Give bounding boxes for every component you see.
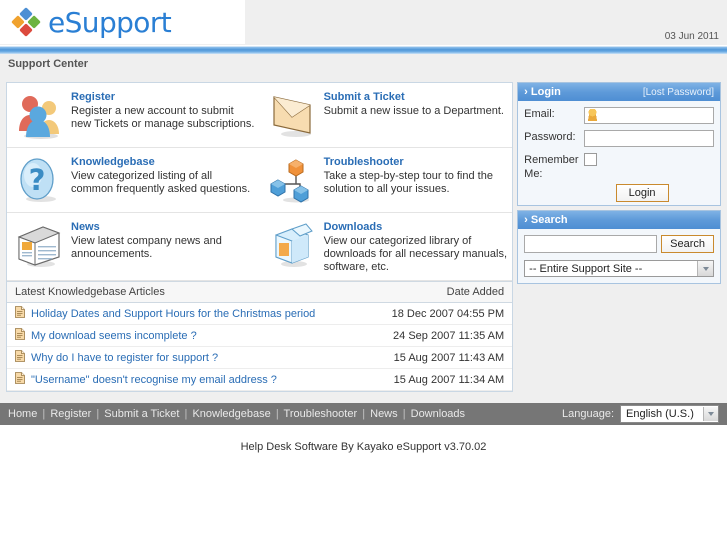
login-panel-body: Email: Password: Remember Me: Login [518,101,720,205]
search-panel-header: › Search [518,211,720,229]
breadcrumb: Support Center [0,54,727,78]
kb-article-date: 15 Aug 2007 11:34 AM [393,373,505,386]
footer-bar: Home | Register | Submit a Ticket | Know… [0,403,727,425]
chevron-right-icon: › [524,214,531,226]
page-header: eSupport 03 Jun 2011 [0,0,727,46]
search-button[interactable]: Search [661,235,714,253]
kb-article-date: 24 Sep 2007 11:35 AM [393,329,505,342]
feature-description: View latest company news and announcemen… [71,235,222,260]
feature-description: View our categorized library of download… [323,235,508,273]
question-mark-icon: ? [13,154,65,206]
search-scope-value: -- Entire Support Site -- [529,262,643,275]
login-panel: › Login [Lost Password] Email: Password:… [517,82,721,206]
footer-separator: | [42,408,46,420]
document-page-icon [15,306,25,321]
envelope-icon [266,89,318,141]
newspaper-icon [13,219,65,271]
table-row[interactable]: My download seems incomplete ? 24 Sep 20… [7,325,513,347]
feature-title[interactable]: Troubleshooter [324,156,509,168]
kb-article-date: 18 Dec 2007 04:55 PM [391,307,505,320]
feature-description: View categorized listing of all common f… [71,170,251,195]
page-body: Register Register a new account to submi… [0,78,727,403]
sidebar: › Login [Lost Password] Email: Password:… [517,82,721,288]
search-input[interactable] [524,235,658,253]
kb-article-date: 15 Aug 2007 11:43 AM [393,351,505,364]
login-panel-title: Login [530,86,561,98]
table-row[interactable]: Holiday Dates and Support Hours for the … [7,303,513,325]
copyright-text: Help Desk Software By Kayako eSupport v3… [240,441,487,453]
diamond-pinwheel-logo-icon [11,7,41,37]
feature-troubleshooter[interactable]: Troubleshooter Take a step-by-step tour … [259,148,513,213]
brand-name: eSupport [48,5,172,39]
language-selector-wrap: Language: English (U.S.) [562,405,719,423]
login-button[interactable]: Login [615,184,669,202]
logo-area[interactable]: eSupport [0,0,245,44]
feature-title[interactable]: Submit a Ticket [324,91,504,103]
open-box-icon [266,219,318,271]
language-select[interactable]: English (U.S.) [620,405,719,423]
search-panel-body: Search -- Entire Support Site -- [518,229,720,283]
footer-link-register[interactable]: Register [50,408,91,420]
login-panel-header: › Login [Lost Password] [518,83,720,101]
kb-column-date: Date Added [446,286,505,298]
search-scope-select[interactable]: -- Entire Support Site -- [524,260,714,277]
feature-grid: Register Register a new account to submi… [7,83,513,281]
password-label: Password: [524,131,576,143]
footer-link-submit-a-ticket[interactable]: Submit a Ticket [104,408,179,420]
email-field[interactable] [584,107,714,124]
feature-description: Take a step-by-step tour to find the sol… [323,170,493,195]
remember-me-label: Remember Me: [524,154,579,180]
footer-navigation: Home | Register | Submit a Ticket | Know… [8,408,465,420]
email-label: Email: [524,108,555,120]
users-group-icon [13,89,65,141]
svg-text:?: ? [29,163,46,197]
footer-link-home[interactable]: Home [8,408,37,420]
chevron-right-icon: › [524,86,531,98]
document-page-icon [15,350,25,365]
remember-me-checkbox[interactable] [584,153,598,166]
feature-title[interactable]: Register [71,91,256,103]
main-content-panel: Register Register a new account to submi… [6,82,514,392]
header-accent-bar [0,46,727,54]
footer-link-downloads[interactable]: Downloads [411,408,465,420]
footer-separator: | [96,408,100,420]
kb-column-title: Latest Knowledgebase Articles [15,286,165,298]
document-page-icon [15,372,25,387]
footer-separator: | [402,408,406,420]
feature-register[interactable]: Register Register a new account to submi… [7,83,260,148]
chevron-down-icon [703,407,718,421]
kb-article-title[interactable]: Holiday Dates and Support Hours for the … [31,308,315,320]
kb-article-title[interactable]: "Username" doesn't recognise my email ad… [31,374,277,386]
network-nodes-icon [266,154,318,206]
feature-knowledgebase[interactable]: ? Knowledgebase View categorized listing… [7,148,260,213]
feature-title[interactable]: Downloads [324,221,509,233]
feature-description: Register a new account to submit new Tic… [71,105,255,130]
table-row[interactable]: Why do I have to register for support ? … [7,347,513,369]
lost-password-link[interactable]: [Lost Password] [643,87,714,98]
footer-link-news[interactable]: News [370,408,398,420]
chevron-down-icon [697,261,713,276]
footer-link-troubleshooter[interactable]: Troubleshooter [284,408,358,420]
feature-title[interactable]: Knowledgebase [71,156,256,168]
kb-article-title[interactable]: Why do I have to register for support ? [31,352,218,364]
footer-separator: | [275,408,279,420]
footer-separator: | [184,408,188,420]
search-panel: › Search Search -- Entire Support Site -… [517,210,721,284]
language-label: Language: [562,408,614,420]
document-page-icon [15,328,25,343]
feature-news[interactable]: News View latest company news and announ… [7,213,260,281]
language-value: English (U.S.) [626,408,694,420]
feature-description: Submit a new issue to a Department. [323,105,504,117]
password-field[interactable] [584,130,714,147]
table-row[interactable]: "Username" doesn't recognise my email ad… [7,369,513,391]
footer-separator: | [362,408,366,420]
feature-title[interactable]: News [71,221,256,233]
feature-downloads[interactable]: Downloads View our categorized library o… [259,213,513,281]
feature-submit-a-ticket[interactable]: Submit a Ticket Submit a new issue to a … [259,83,513,148]
search-panel-title: Search [530,214,568,226]
kb-table-header: Latest Knowledgebase Articles Date Added [7,281,513,303]
footer-link-knowledgebase[interactable]: Knowledgebase [192,408,270,420]
kb-article-title[interactable]: My download seems incomplete ? [31,330,197,342]
header-date: 03 Jun 2011 [664,31,719,42]
